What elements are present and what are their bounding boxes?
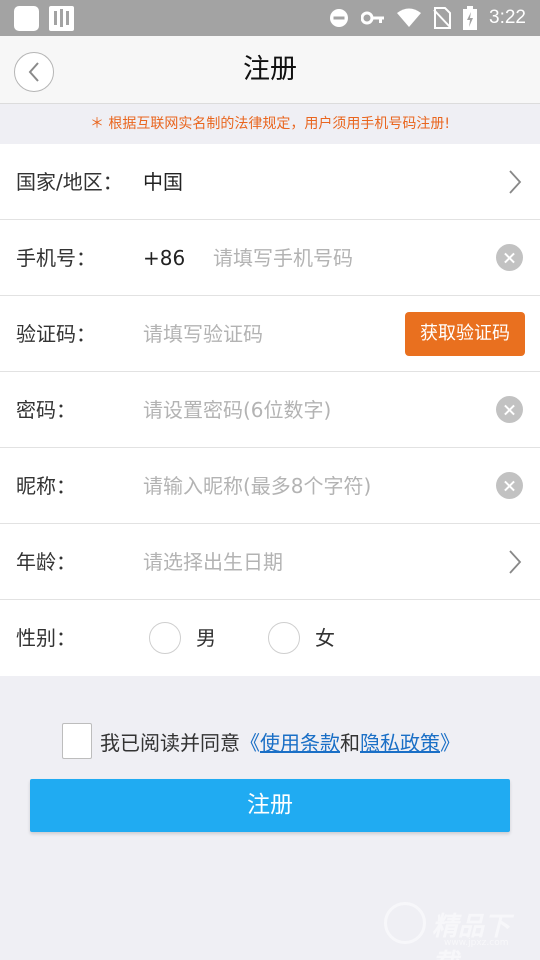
agreement: 我已阅读并同意 《 使用条款 和 隐私政策 》 xyxy=(62,723,460,759)
terms-link[interactable]: 使用条款 xyxy=(260,731,340,755)
vpn-key-icon xyxy=(361,11,385,25)
page-title: 注册 xyxy=(243,54,297,85)
nav-bar: 注册 xyxy=(0,36,540,104)
nickname-input[interactable]: 请输入昵称(最多8个字符) xyxy=(143,448,371,524)
battery-icon xyxy=(463,6,478,30)
gender-male-label[interactable]: 男 xyxy=(196,600,216,676)
gender-female-radio[interactable] xyxy=(268,622,300,654)
code-input[interactable]: 请填写验证码 xyxy=(143,296,263,372)
phone-label: 手机号： xyxy=(16,246,96,270)
code-label: 验证码： xyxy=(16,322,96,346)
password-row: 密码： 请设置密码(6位数字) xyxy=(0,372,540,448)
password-clear-icon[interactable] xyxy=(496,396,523,423)
legal-notice: ＊ 根据互联网实名制的法律规定，用户须用手机号码注册! xyxy=(89,116,451,132)
nickname-row: 昵称： 请输入昵称(最多8个字符) xyxy=(0,448,540,524)
register-form: 国家/地区： 中国 手机号： +86 请填写手机号码 验证码： 请填写验证码 获… xyxy=(0,144,540,676)
age-row[interactable]: 年龄： 请选择出生日期 xyxy=(0,524,540,600)
phone-country-code: +86 xyxy=(143,246,186,270)
status-time: 3:22 xyxy=(489,7,526,28)
wifi-icon xyxy=(397,8,422,27)
code-row: 验证码： 请填写验证码 获取验证码 xyxy=(0,296,540,372)
country-row[interactable]: 国家/地区： 中国 xyxy=(0,144,540,220)
watermark-logo: 精品下载 www.jpxz.com xyxy=(384,898,534,960)
phone-clear-icon[interactable] xyxy=(496,244,523,271)
country-label: 国家/地区： xyxy=(16,170,123,194)
open-quote: 《 xyxy=(240,730,260,755)
watermark-icon xyxy=(384,902,426,944)
register-button[interactable]: 注册 xyxy=(30,779,510,832)
nickname-clear-icon[interactable] xyxy=(496,472,523,499)
password-label: 密码： xyxy=(16,398,76,422)
gender-row: 性别： 男 女 xyxy=(0,600,540,676)
close-quote: 》 xyxy=(440,730,460,755)
gender-label: 性别： xyxy=(16,626,76,650)
back-button[interactable] xyxy=(14,52,54,92)
nickname-label: 昵称： xyxy=(16,474,76,498)
watermark-url: www.jpxz.com xyxy=(444,938,509,948)
agreement-and: 和 xyxy=(340,730,360,755)
agreement-text: 我已阅读并同意 xyxy=(100,730,240,755)
no-sim-icon xyxy=(433,7,452,29)
privacy-link[interactable]: 隐私政策 xyxy=(360,731,440,755)
gender-male-radio[interactable] xyxy=(149,622,181,654)
password-input[interactable]: 请设置密码(6位数字) xyxy=(143,372,331,448)
age-label: 年龄： xyxy=(16,550,76,574)
gender-female-label[interactable]: 女 xyxy=(315,600,335,676)
watermark-text: 精品下载 xyxy=(432,912,511,960)
chevron-right-icon xyxy=(509,170,522,194)
phone-input[interactable]: 请填写手机号码 xyxy=(213,220,353,296)
chevron-right-icon xyxy=(509,550,522,574)
status-bar: 3:22 xyxy=(0,0,540,36)
app-notification-icon xyxy=(49,6,74,31)
country-value: 中国 xyxy=(143,170,183,194)
chevron-left-icon xyxy=(28,62,39,82)
phone-row: 手机号： +86 请填写手机号码 xyxy=(0,220,540,296)
get-code-button[interactable]: 获取验证码 xyxy=(405,312,525,356)
notification-icon xyxy=(14,6,39,31)
do-not-disturb-icon xyxy=(330,9,349,27)
agree-checkbox[interactable] xyxy=(62,723,92,759)
birthdate-picker[interactable]: 请选择出生日期 xyxy=(143,524,283,600)
